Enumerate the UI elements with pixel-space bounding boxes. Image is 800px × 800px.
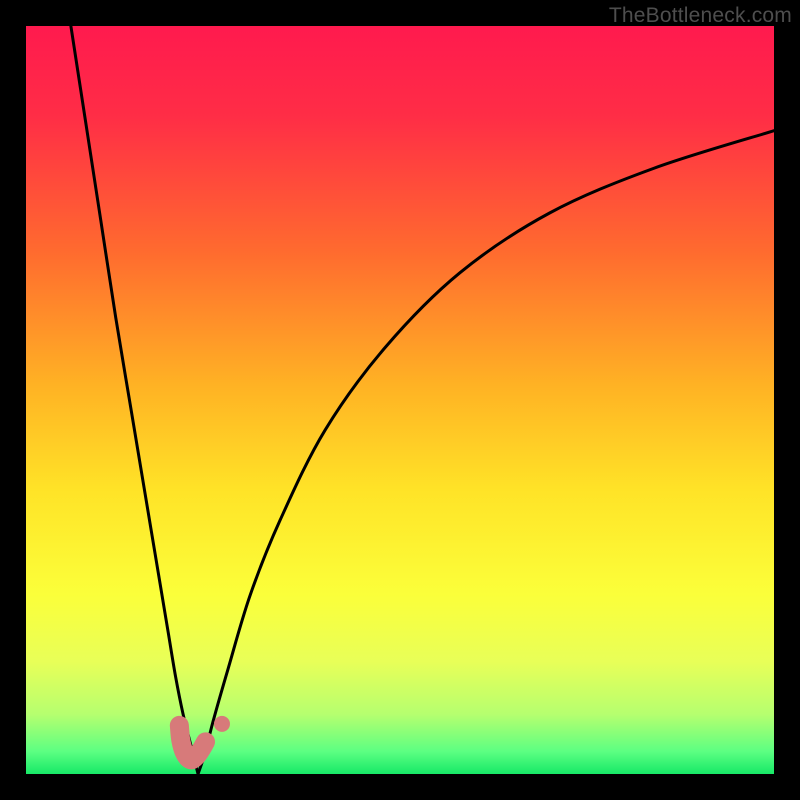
chart-plot-area	[26, 26, 774, 774]
chart-svg	[26, 26, 774, 774]
gradient-rect	[26, 26, 774, 774]
chart-frame: TheBottleneck.com	[0, 0, 800, 800]
right-dot-marker	[214, 716, 230, 732]
watermark-text: TheBottleneck.com	[609, 4, 792, 28]
